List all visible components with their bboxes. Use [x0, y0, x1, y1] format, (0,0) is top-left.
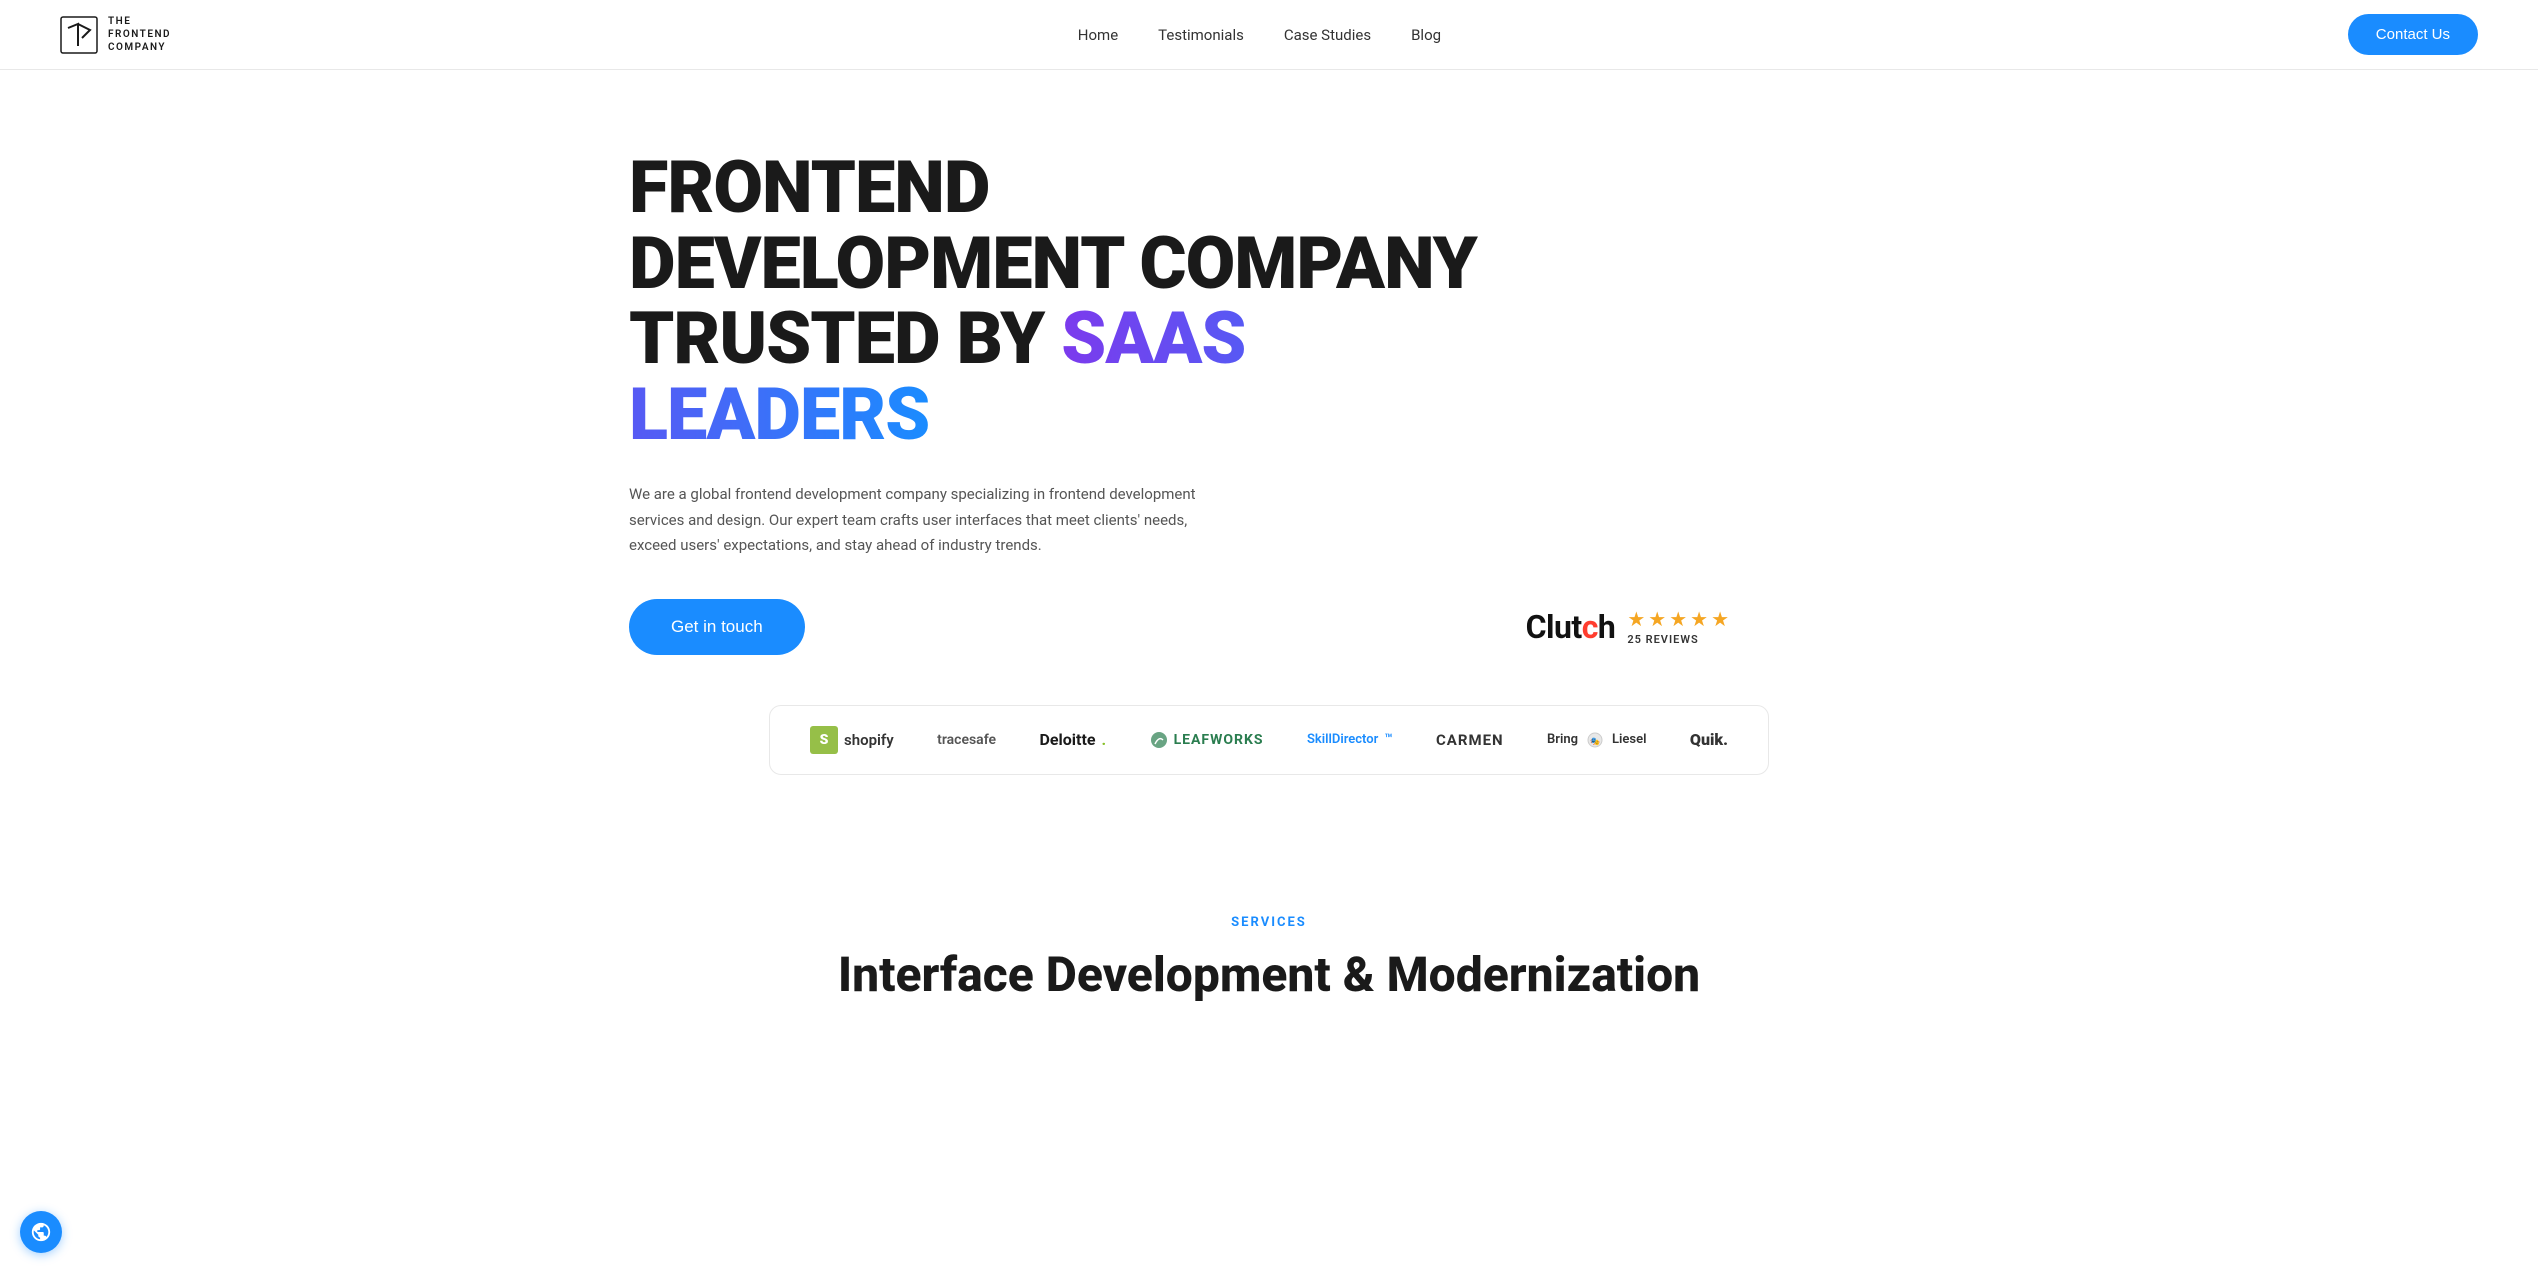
leafworks-icon [1150, 731, 1168, 749]
bringliesel-icon: 🎭 [1584, 731, 1606, 749]
nav-links: Home Testimonials Case Studies Blog [1078, 26, 1441, 44]
star-4: ★ [1690, 607, 1708, 631]
star-2: ★ [1648, 607, 1666, 631]
get-in-touch-button[interactable]: Get in touch [629, 599, 805, 655]
hero-title: FRONTEND DEVELOPMENT COMPANY TRUSTED BY … [629, 150, 1529, 452]
contact-us-button[interactable]: Contact Us [2348, 14, 2478, 55]
logo-carmen: CARMEN [1436, 731, 1504, 749]
navbar: THE FRONTEND COMPANY Home Testimonials C… [0, 0, 2538, 70]
logo-bringliesel: Bring 🎭 Liesel [1547, 731, 1646, 749]
hero-description: We are a global frontend development com… [629, 482, 1209, 559]
hero-section: FRONTEND DEVELOPMENT COMPANY TRUSTED BY … [569, 70, 1969, 835]
clutch-widget: Clutch ★ ★ ★ ★ ★ 25 REVIEWS [1526, 607, 1729, 646]
nav-case-studies[interactable]: Case Studies [1284, 26, 1371, 44]
logos-strip: S shopify tracesafe Deloitte. LEAFWORKS … [769, 705, 1769, 775]
services-label: SERVICES [60, 915, 2478, 930]
logo-leafworks: LEAFWORKS [1150, 731, 1264, 749]
clutch-logo: Clutch [1526, 608, 1616, 646]
logo-icon [60, 16, 98, 54]
logo-tracesafe: tracesafe [937, 732, 996, 748]
star-1: ★ [1627, 607, 1645, 631]
services-section: SERVICES Interface Development & Moderni… [0, 835, 2538, 1043]
logo-shopify: S shopify [810, 726, 894, 754]
logo[interactable]: THE FRONTEND COMPANY [60, 15, 171, 54]
stars-row: ★ ★ ★ ★ ★ [1627, 607, 1729, 631]
shopify-icon: S [810, 726, 838, 754]
clutch-stars: ★ ★ ★ ★ ★ 25 REVIEWS [1627, 607, 1729, 646]
logo-quik: Quik. [1690, 730, 1728, 749]
nav-testimonials[interactable]: Testimonials [1158, 26, 1244, 44]
logo-deloitte: Deloitte. [1039, 730, 1106, 749]
globe-icon [30, 1221, 52, 1243]
hero-actions: Get in touch Clutch ★ ★ ★ ★ ★ 25 REVIEWS [629, 599, 1729, 655]
svg-text:🎭: 🎭 [1590, 737, 1600, 746]
logo-text: THE FRONTEND COMPANY [108, 15, 171, 54]
star-5: ★ [1711, 607, 1729, 631]
star-3: ★ [1669, 607, 1687, 631]
clutch-reviews: 25 REVIEWS [1627, 633, 1698, 646]
bottom-chat-widget[interactable] [20, 1211, 62, 1253]
services-title: Interface Development & Modernization [60, 946, 2478, 1003]
nav-home[interactable]: Home [1078, 26, 1118, 44]
nav-blog[interactable]: Blog [1411, 26, 1441, 44]
logo-skilldirector: SkillDirector™ [1307, 732, 1393, 747]
